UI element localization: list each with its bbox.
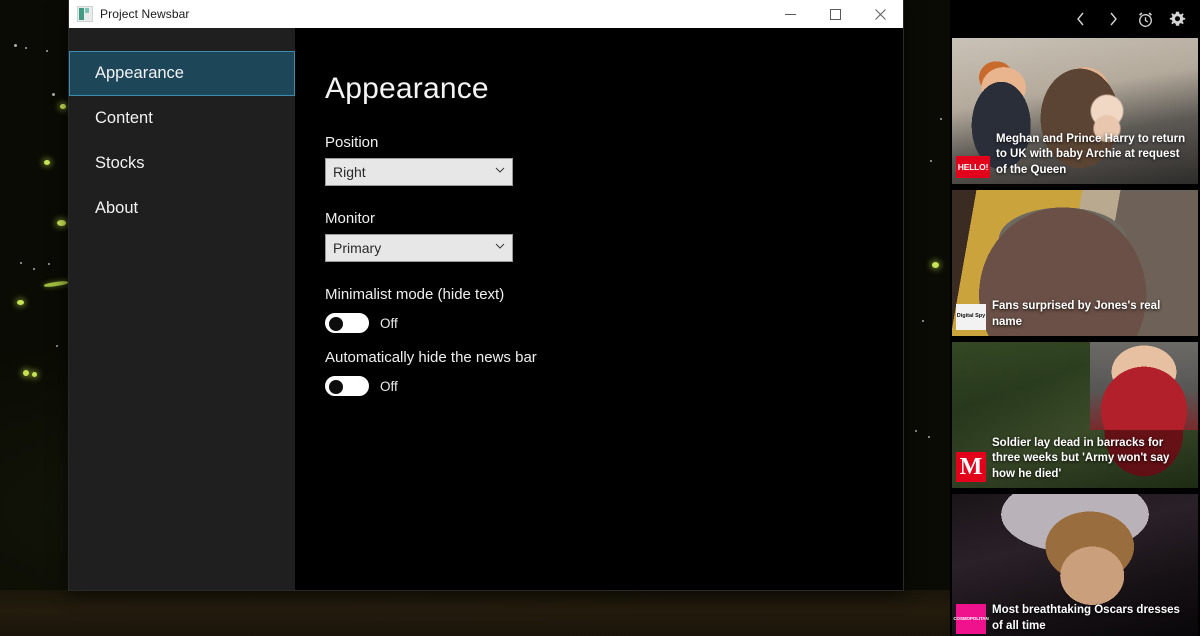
maximize-button[interactable] — [813, 0, 858, 28]
previous-icon[interactable] — [1072, 10, 1090, 28]
wallpaper-speck — [940, 118, 942, 120]
news-thumbnail-inset — [1089, 342, 1198, 430]
auto-hide-toggle[interactable] — [325, 376, 369, 396]
news-caption: M Soldier lay dead in barracks for three… — [952, 432, 1198, 488]
auto-hide-label: Automatically hide the news bar — [325, 349, 537, 366]
minimize-icon — [785, 13, 796, 15]
firefly — [32, 372, 37, 377]
firefly — [932, 262, 939, 268]
wallpaper-speck — [33, 268, 35, 270]
sidebar-item-label: Content — [95, 109, 153, 127]
wallpaper-speck — [48, 263, 50, 265]
close-icon — [875, 8, 886, 20]
wallpaper-speck — [56, 345, 58, 347]
news-headline: Fans surprised by Jones's real name — [992, 300, 1161, 328]
news-card[interactable]: Digital Spy Fans surprised by Jones's re… — [952, 190, 1198, 336]
sidebar-item-content[interactable]: Content — [69, 96, 295, 141]
monitor-select-value: Primary — [333, 240, 382, 256]
wallpaper-speck — [20, 262, 22, 264]
minimalist-mode-state: Off — [380, 315, 398, 331]
news-bar: HELLO! Meghan and Prince Harry to return… — [950, 0, 1200, 636]
position-select-value: Right — [333, 164, 366, 180]
settings-content-pane: Appearance Position Right Monitor Primar… — [295, 28, 903, 590]
sidebar-item-label: Appearance — [95, 64, 184, 82]
minimalist-mode-toggle[interactable] — [325, 313, 369, 333]
sidebar-item-about[interactable]: About — [69, 186, 295, 231]
wallpaper-speck — [928, 436, 930, 438]
news-caption: Digital Spy Fans surprised by Jones's re… — [952, 295, 1198, 336]
chevron-down-icon — [495, 166, 505, 176]
minimalist-mode-row: Off — [325, 313, 903, 333]
sidebar-item-label: Stocks — [95, 154, 145, 172]
app-icon — [77, 6, 93, 22]
wallpaper-speck — [930, 160, 932, 162]
news-bar-toolbar — [950, 0, 1200, 38]
news-card[interactable]: COSMOPOLITAN Most breathtaking Oscars dr… — [952, 494, 1198, 636]
window-body: Appearance Content Stocks About Appearan… — [69, 28, 903, 590]
wallpaper-speck — [915, 430, 917, 432]
maximize-icon — [830, 8, 841, 20]
window-title: Project Newsbar — [100, 7, 190, 21]
sidebar-item-label: About — [95, 199, 139, 217]
minimize-button[interactable] — [768, 0, 813, 28]
news-card-list: HELLO! Meghan and Prince Harry to return… — [950, 38, 1200, 636]
news-headline: Soldier lay dead in barracks for three w… — [992, 437, 1170, 480]
firefly — [17, 300, 24, 305]
toggle-knob — [329, 317, 343, 331]
firefly — [23, 370, 29, 376]
sidebar-item-stocks[interactable]: Stocks — [69, 141, 295, 186]
wallpaper-speck — [25, 47, 27, 49]
firefly — [57, 220, 66, 226]
auto-hide-row: Off — [325, 376, 903, 396]
alarm-clock-icon[interactable] — [1136, 10, 1154, 28]
news-source-badge: Digital Spy — [956, 304, 986, 330]
settings-sidebar: Appearance Content Stocks About — [69, 28, 295, 590]
firefly-streak — [43, 280, 69, 288]
wallpaper-speck — [14, 44, 17, 47]
wallpaper-speck — [922, 320, 924, 322]
monitor-select[interactable]: Primary — [325, 234, 513, 262]
chevron-down-icon — [495, 242, 505, 252]
position-select[interactable]: Right — [325, 158, 513, 186]
close-button[interactable] — [858, 0, 903, 28]
next-icon[interactable] — [1104, 10, 1122, 28]
sidebar-item-appearance[interactable]: Appearance — [69, 51, 295, 96]
news-source-badge: M — [956, 452, 986, 482]
news-card[interactable]: HELLO! Meghan and Prince Harry to return… — [952, 38, 1198, 184]
firefly — [60, 104, 66, 109]
news-headline: Most breathtaking Oscars dresses of all … — [992, 604, 1180, 632]
position-label: Position — [325, 134, 379, 151]
settings-window: Project Newsbar Appearance Content Stock… — [68, 0, 904, 591]
auto-hide-state: Off — [380, 378, 398, 394]
settings-gear-icon[interactable] — [1168, 10, 1186, 28]
firefly — [44, 160, 50, 165]
news-caption: HELLO! Meghan and Prince Harry to return… — [952, 128, 1198, 184]
news-card[interactable]: M Soldier lay dead in barracks for three… — [952, 342, 1198, 488]
minimalist-mode-label: Minimalist mode (hide text) — [325, 286, 505, 303]
news-headline: Meghan and Prince Harry to return to UK … — [996, 133, 1186, 176]
wallpaper-speck — [46, 50, 48, 52]
news-caption: COSMOPOLITAN Most breathtaking Oscars dr… — [952, 599, 1198, 636]
monitor-label: Monitor — [325, 210, 376, 227]
news-source-badge: COSMOPOLITAN — [953, 604, 989, 634]
toggle-knob — [329, 380, 343, 394]
window-titlebar[interactable]: Project Newsbar — [69, 0, 903, 28]
news-source-badge: HELLO! — [956, 156, 990, 178]
page-title: Appearance — [325, 72, 489, 105]
wallpaper-speck — [52, 93, 55, 96]
